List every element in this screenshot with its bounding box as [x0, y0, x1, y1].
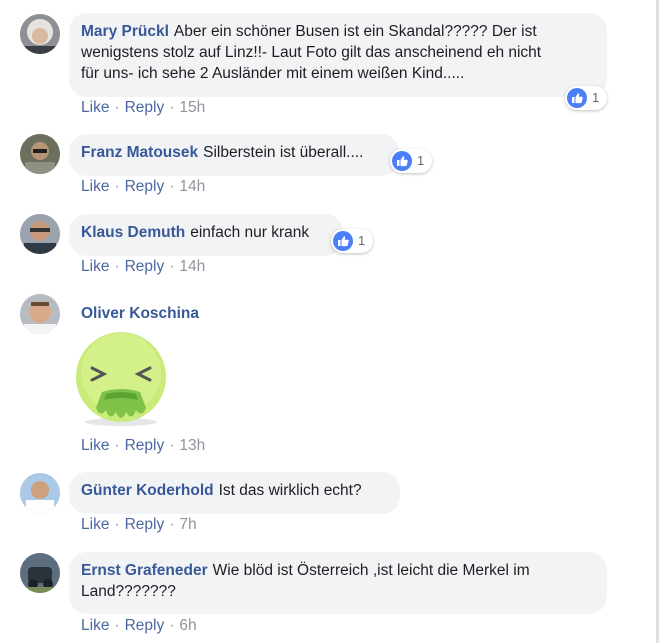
- comment-bubble: Mary Prückl Aber ein schöner Busen ist ei…: [69, 13, 607, 97]
- like-link[interactable]: Like: [81, 617, 109, 634]
- comment-timestamp[interactable]: 13h: [179, 437, 205, 454]
- comment-author[interactable]: Franz Matousek: [81, 144, 198, 161]
- avatar[interactable]: [20, 14, 60, 54]
- comment-timestamp[interactable]: 15h: [179, 99, 205, 116]
- reply-link[interactable]: Reply: [125, 99, 165, 116]
- comment-author[interactable]: Mary Prückl: [81, 23, 169, 40]
- separator: ·: [114, 178, 120, 195]
- comment-text-line: wenigstens stolz auf Linz!!- Laut Foto g…: [81, 44, 542, 61]
- avatar-photo: [20, 14, 60, 54]
- comment-text-line: Wie blöd ist Österreich ,ist leicht die …: [212, 562, 530, 579]
- comment-actions: Like · Reply · 7h: [81, 515, 197, 535]
- avatar[interactable]: [20, 473, 60, 513]
- reaction-count[interactable]: 1: [565, 86, 608, 110]
- comment-bubble: Klaus Demuth einfach nur krank: [69, 214, 343, 256]
- comment-timestamp[interactable]: 7h: [179, 516, 196, 533]
- separator: ·: [169, 617, 175, 634]
- comment-author[interactable]: Ernst Grafeneder: [81, 562, 208, 579]
- comment-actions: Like · Reply · 14h: [81, 257, 205, 277]
- like-link[interactable]: Like: [81, 516, 109, 533]
- like-link[interactable]: Like: [81, 258, 109, 275]
- avatar-photo: [20, 214, 60, 254]
- separator: ·: [114, 437, 120, 454]
- comment-actions: Like · Reply · 6h: [81, 616, 197, 636]
- separator: ·: [169, 178, 175, 195]
- like-link[interactable]: Like: [81, 178, 109, 195]
- like-reaction-icon: [392, 151, 412, 171]
- reply-link[interactable]: Reply: [125, 516, 165, 533]
- comment-text-line: Aber ein schöner Busen ist ein Skandal??…: [173, 23, 537, 40]
- like-reaction-icon: [567, 88, 587, 108]
- comment-text: einfach nur krank: [190, 224, 310, 241]
- avatar-photo: [20, 294, 60, 334]
- reaction-count-number: 1: [417, 153, 425, 168]
- reaction-count-number: 1: [592, 90, 600, 105]
- like-link[interactable]: Like: [81, 437, 109, 454]
- comment-bubble: Franz Matousek Silberstein ist überall...…: [69, 134, 399, 176]
- comment-timestamp[interactable]: 14h: [179, 258, 205, 275]
- reply-link[interactable]: Reply: [125, 178, 165, 195]
- reaction-count-number: 1: [358, 233, 366, 248]
- separator: ·: [169, 437, 175, 454]
- avatar[interactable]: [20, 134, 60, 174]
- comment-bubble: Ernst Grafeneder Wie blöd ist Österreich …: [69, 552, 607, 614]
- separator: ·: [114, 258, 120, 275]
- comment-bubble: Günter Koderhold Ist das wirklich echt?: [69, 472, 400, 514]
- comment-text-line: Land???????: [81, 583, 176, 600]
- comment-text: Ist das wirklich echt?: [218, 482, 362, 499]
- comment-timestamp[interactable]: 14h: [179, 178, 205, 195]
- comment-timestamp[interactable]: 6h: [179, 617, 196, 634]
- reaction-count[interactable]: 1: [331, 229, 374, 253]
- separator: ·: [114, 516, 120, 533]
- separator: ·: [169, 99, 175, 116]
- comment-author[interactable]: Günter Koderhold: [81, 482, 214, 499]
- avatar-photo: [20, 553, 60, 593]
- reply-link[interactable]: Reply: [125, 617, 165, 634]
- separator: ·: [114, 99, 120, 116]
- comment-actions: Like · Reply · 15h: [81, 98, 205, 118]
- reply-link[interactable]: Reply: [125, 258, 165, 275]
- separator: ·: [114, 617, 120, 634]
- separator: ·: [169, 516, 175, 533]
- like-reaction-icon: [333, 231, 353, 251]
- comment-text-line: für uns- ich sehe 2 Ausländer mit einem …: [81, 65, 465, 82]
- comment-author[interactable]: Oliver Koschina: [81, 303, 199, 324]
- avatar[interactable]: [20, 294, 60, 334]
- reaction-count[interactable]: 1: [390, 149, 433, 173]
- vomiting-face-sticker[interactable]: [72, 330, 170, 428]
- comment-actions: Like · Reply · 13h: [81, 436, 205, 456]
- avatar[interactable]: [20, 214, 60, 254]
- like-link[interactable]: Like: [81, 99, 109, 116]
- avatar-photo: [20, 134, 60, 174]
- comment-actions: Like · Reply · 14h: [81, 177, 205, 197]
- comment-author[interactable]: Klaus Demuth: [81, 224, 185, 241]
- avatar[interactable]: [20, 553, 60, 593]
- separator: ·: [169, 258, 175, 275]
- reply-link[interactable]: Reply: [125, 437, 165, 454]
- comment-text: Silberstein ist überall....: [203, 144, 364, 161]
- avatar-photo: [20, 473, 60, 513]
